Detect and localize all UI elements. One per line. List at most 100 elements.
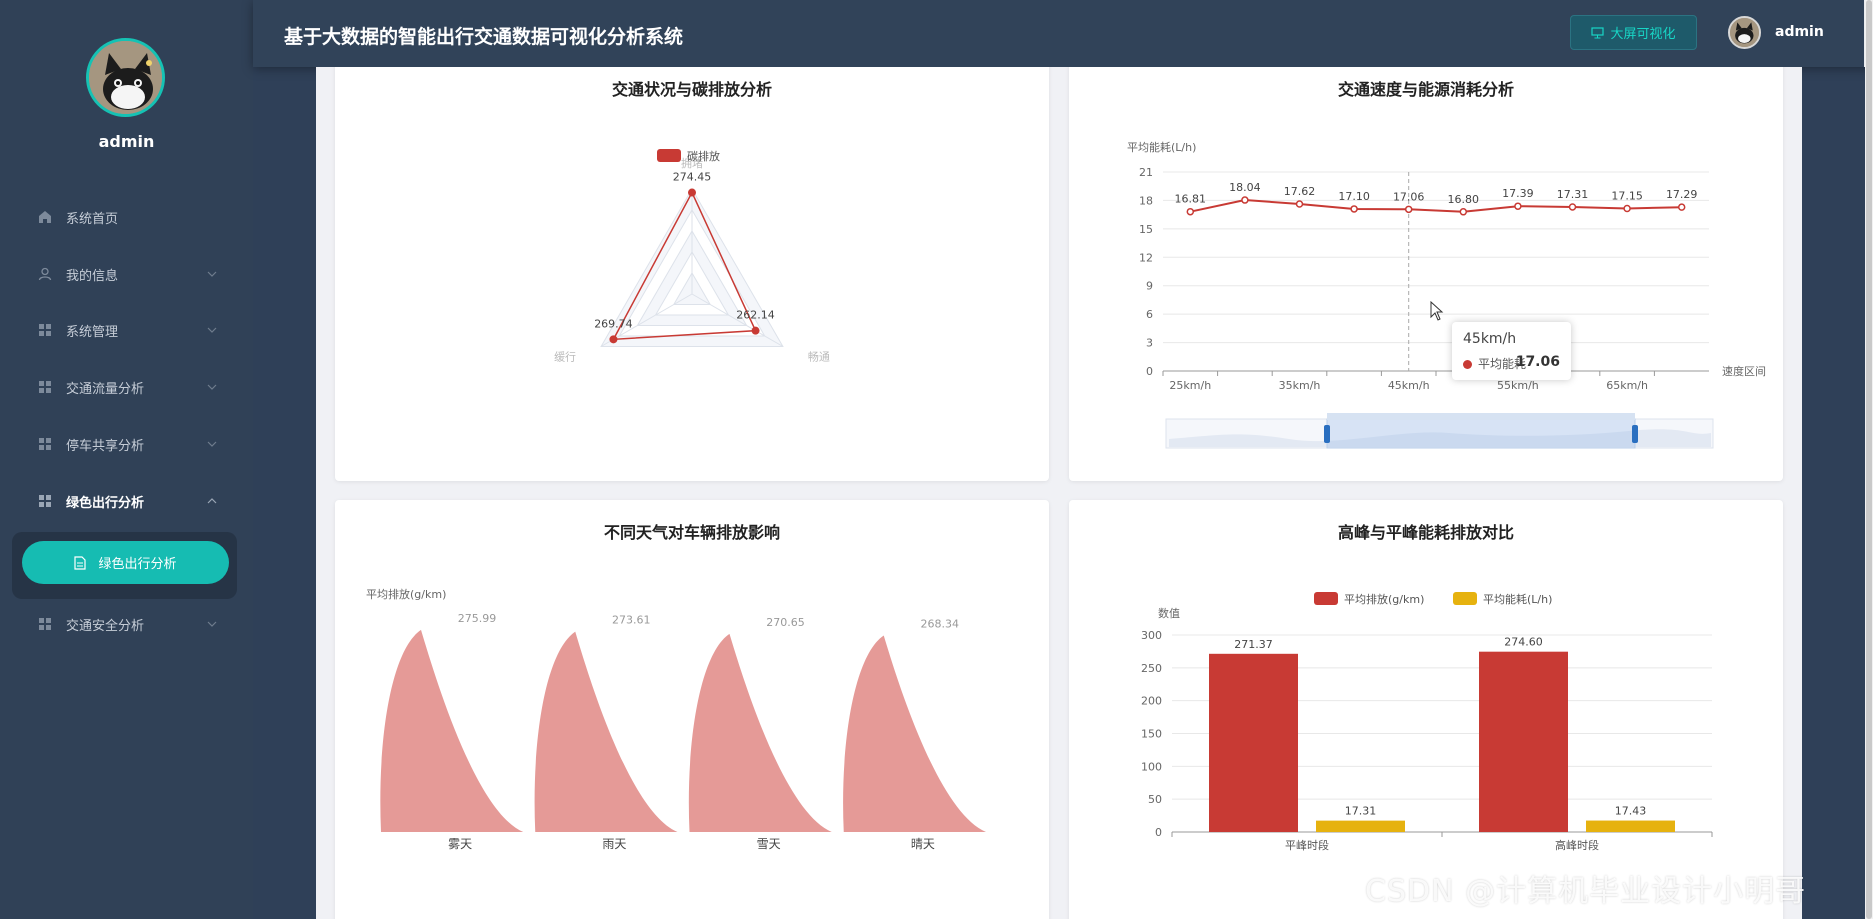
peak-comparison-panel: 高峰与平峰能耗排放对比 0 50 100 150 200 250 300 数值 平均排放(g/k… (1069, 500, 1783, 919)
y-tick-label: 18 (1139, 194, 1153, 207)
data-label: 17.31 (1557, 188, 1589, 201)
pictorial-bar (843, 635, 986, 832)
data-label: 17.06 (1393, 190, 1425, 203)
y-tick-label: 21 (1139, 166, 1153, 179)
legend-label: 平均排放(g/km) (1344, 592, 1424, 606)
data-label: 17.43 (1615, 805, 1647, 818)
header-username[interactable]: admin (1775, 24, 1824, 40)
header-avatar[interactable] (1728, 16, 1761, 49)
sidebar-item-traffic-safety[interactable]: 交通安全分析 (0, 596, 253, 652)
data-label: 16.81 (1175, 193, 1207, 206)
data-label: 268.34 (921, 618, 960, 631)
radar-point (688, 188, 696, 197)
y-tick-label: 3 (1146, 337, 1153, 350)
cat-avatar-icon (1730, 18, 1759, 47)
x-tick-label: 雾天 (448, 837, 472, 851)
datazoom-handle-right[interactable] (1632, 425, 1638, 443)
tooltip-category: 45km/h (1463, 331, 1517, 347)
y-tick-label: 200 (1141, 695, 1162, 708)
chart-tooltip: 45km/h 平均能耗 17.06 (1452, 322, 1571, 380)
y-tick-label: 0 (1155, 826, 1162, 839)
user-icon (36, 265, 54, 283)
sidebar-item-label: 绿色出行分析 (66, 495, 145, 511)
sidebar-item-green-travel[interactable]: 绿色出行分析 (0, 473, 253, 529)
cat-avatar-icon (89, 41, 162, 114)
pictorial-bar (534, 631, 678, 832)
x-tick-label: 35km/h (1279, 379, 1321, 392)
system-title: 基于大数据的智能出行交通数据可视化分析系统 (284, 26, 684, 48)
line-point (1459, 208, 1468, 216)
top-header: 基于大数据的智能出行交通数据可视化分析系统 大屏可视化 admin (253, 0, 1873, 67)
y-tick-label: 250 (1141, 662, 1162, 675)
data-label: 18.04 (1229, 181, 1261, 194)
y-tick-label: 9 (1146, 280, 1153, 293)
chevron-down-icon (207, 266, 217, 281)
line-point (1186, 207, 1195, 216)
sidebar-username: admin (98, 132, 155, 151)
bar (1479, 651, 1568, 832)
line-point (1514, 202, 1522, 210)
data-label: 17.29 (1666, 188, 1698, 201)
submenu-item-label: 绿色出行分析 (98, 557, 177, 572)
x-tick-label: 雨天 (602, 837, 626, 851)
x-axis-title: 速度区间 (1722, 364, 1766, 378)
pictorial-bar-chart: 平均排放(g/km) 275.99 雾天 273.61 雨天 270.65 雪天 268.34… (366, 587, 986, 851)
home-icon (36, 208, 54, 226)
radar-value-label: 269.74 (594, 317, 633, 330)
line-point (1568, 203, 1577, 211)
line-point (1404, 205, 1413, 214)
sidebar-item-traffic-flow[interactable]: 交通流量分析 (0, 359, 253, 415)
data-label: 17.62 (1284, 185, 1316, 198)
legend-swatch (1314, 592, 1338, 605)
big-screen-button[interactable]: 大屏可视化 (1570, 15, 1697, 50)
submenu-item-green-travel-analysis[interactable]: 绿色出行分析 (22, 541, 229, 584)
sidebar: admin 系统首页 我的信息 系统管理 交通流量分析 停车共享分析 绿色出行分… (0, 0, 253, 919)
datazoom-handle-left[interactable] (1324, 425, 1330, 443)
monitor-icon (1591, 26, 1605, 39)
bar (1586, 820, 1675, 832)
document-icon (74, 555, 87, 570)
speed-energy-panel: 交通速度与能源消耗分析 0 3 6 9 12 15 18 21 平均能耗(L/h) 速度区间 25k… (1069, 67, 1783, 481)
x-tick-label: 55km/h (1497, 379, 1539, 392)
datazoom-bar (1327, 413, 1635, 420)
weather-emission-panel: 不同天气对车辆排放影响 平均排放(g/km) 275.99 雾天 273.61 雨天 27… (335, 500, 1049, 919)
x-tick-label: 25km/h (1169, 379, 1211, 392)
line-point (1350, 205, 1358, 213)
legend-label: 平均能耗(L/h) (1483, 592, 1552, 606)
bar (1316, 820, 1405, 832)
x-tick-label: 晴天 (911, 837, 935, 851)
radar-indicator-label: 畅通 (808, 350, 830, 364)
y-tick-label: 15 (1139, 223, 1153, 236)
sidebar-item-home[interactable]: 系统首页 (0, 189, 253, 245)
pictorial-bar (380, 629, 524, 832)
main-content: 交通状况与碳排放分析 274.45 262.14 269.74 拥堵 畅通 缓行 碳排放 交… (316, 67, 1802, 919)
data-label: 274.60 (1504, 636, 1543, 649)
y-axis-title: 平均能耗(L/h) (1127, 140, 1196, 154)
x-tick-label: 45km/h (1388, 379, 1430, 392)
datazoom-selection[interactable] (1326, 418, 1636, 449)
grid-icon (36, 492, 54, 510)
pictorial-bar (688, 633, 832, 832)
scrollbar-thumb[interactable] (1866, 0, 1872, 919)
grid-icon (36, 435, 54, 453)
line-series-path (1190, 199, 1682, 213)
data-label: 16.80 (1448, 193, 1480, 206)
chevron-down-icon (207, 379, 217, 394)
grid-icon (36, 378, 54, 396)
legend-label: 碳排放 (687, 149, 720, 163)
radar-chart: 274.45262.14269.74拥堵畅通缓行碳排放 (554, 149, 830, 364)
line-point (1241, 196, 1249, 204)
sidebar-item-my-info[interactable]: 我的信息 (0, 246, 253, 302)
y-axis-title: 数值 (1158, 607, 1180, 620)
data-label: 270.65 (766, 616, 805, 629)
sidebar-item-system-management[interactable]: 系统管理 (0, 302, 253, 358)
page-scrollbar[interactable] (1865, 0, 1873, 919)
y-tick-label: 6 (1146, 308, 1153, 321)
y-tick-label: 12 (1139, 251, 1153, 264)
radar-point (609, 335, 618, 344)
chevron-down-icon (207, 616, 217, 631)
sidebar-item-parking-share[interactable]: 停车共享分析 (0, 416, 253, 472)
sidebar-item-label: 停车共享分析 (66, 438, 145, 454)
chevron-down-icon (207, 436, 217, 451)
sidebar-avatar[interactable] (86, 38, 165, 117)
